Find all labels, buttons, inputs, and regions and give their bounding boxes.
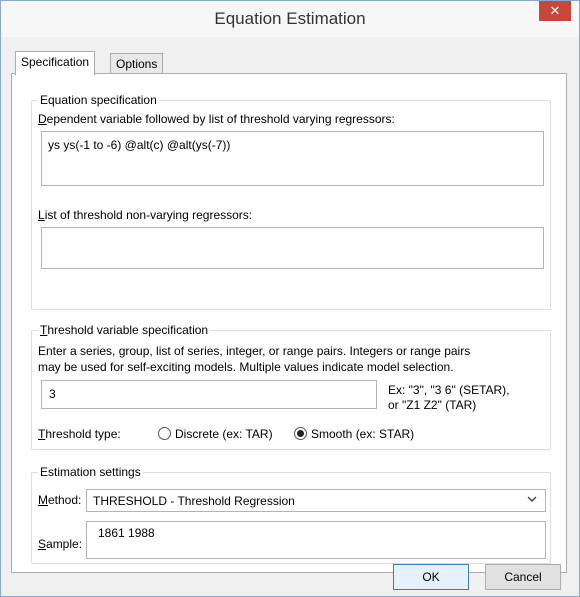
tab-options[interactable]: Options [110, 53, 164, 75]
threshold-hint-line2: or "Z1 Z2" (TAR) [388, 398, 477, 412]
sample-input[interactable]: 1861 1988 [86, 521, 546, 559]
window-title: Equation Estimation [214, 9, 366, 28]
threshold-description-line1: Enter a series, group, list of series, i… [38, 344, 471, 358]
threshold-variable-value: 3 [49, 387, 56, 401]
equation-spec-group: Equation specification Dependent variabl… [31, 93, 551, 310]
radio-smooth-circle[interactable] [294, 427, 307, 440]
close-icon[interactable]: ✕ [539, 1, 571, 21]
dependent-variable-input[interactable]: ys ys(-1 to -6) @alt(c) @alt(ys(-7)) [41, 131, 544, 186]
dependent-variable-value: ys ys(-1 to -6) @alt(c) @alt(ys(-7)) [48, 138, 231, 152]
specification-panel: Equation specification Dependent variabl… [11, 73, 567, 573]
nonvarying-label: List of threshold non-varying regressors… [38, 208, 253, 222]
sample-value: 1861 1988 [98, 526, 155, 540]
radio-discrete[interactable]: Discrete (ex: TAR) [158, 427, 273, 441]
equation-spec-legend: Equation specification [38, 93, 159, 107]
dialog-body: Specification Options Equation specifica… [9, 37, 571, 590]
radio-smooth-label: Smooth (ex: STAR) [311, 427, 415, 441]
method-label: Method: [38, 493, 82, 507]
chevron-down-icon[interactable] [527, 493, 537, 507]
threshold-spec-legend: Threshold variable specification [38, 323, 211, 337]
estimation-settings-group: Estimation settings Method: THRESHOLD - … [31, 465, 551, 564]
radio-smooth[interactable]: Smooth (ex: STAR) [294, 427, 414, 441]
tab-options-label: Options [116, 57, 158, 71]
threshold-hint-line1: Ex: "3", "3 6" (SETAR), [388, 383, 510, 397]
ok-button[interactable]: OK [393, 564, 469, 590]
radio-discrete-circle[interactable] [158, 427, 171, 440]
nonvarying-regressors-input[interactable] [41, 227, 544, 269]
threshold-description-line2: may be used for self-exciting models. Mu… [38, 360, 454, 374]
estimation-settings-legend: Estimation settings [38, 465, 143, 479]
dependent-label: Dependent variable followed by list of t… [38, 112, 395, 126]
title-bar: Equation Estimation ✕ [1, 1, 579, 37]
cancel-button[interactable]: Cancel [485, 564, 561, 590]
equation-estimation-dialog: Equation Estimation ✕ Specification Opti… [0, 0, 580, 597]
threshold-spec-group: Threshold variable specification Enter a… [31, 323, 551, 450]
method-select-value: THRESHOLD - Threshold Regression [93, 494, 295, 508]
tab-specification[interactable]: Specification [15, 51, 96, 75]
tab-specification-label: Specification [21, 55, 90, 69]
threshold-variable-input[interactable]: 3 [41, 380, 377, 409]
method-select[interactable]: THRESHOLD - Threshold Regression [86, 489, 546, 512]
radio-discrete-label: Discrete (ex: TAR) [175, 427, 273, 441]
sample-label: Sample: [38, 537, 83, 551]
threshold-type-label: Threshold type: [38, 427, 121, 441]
